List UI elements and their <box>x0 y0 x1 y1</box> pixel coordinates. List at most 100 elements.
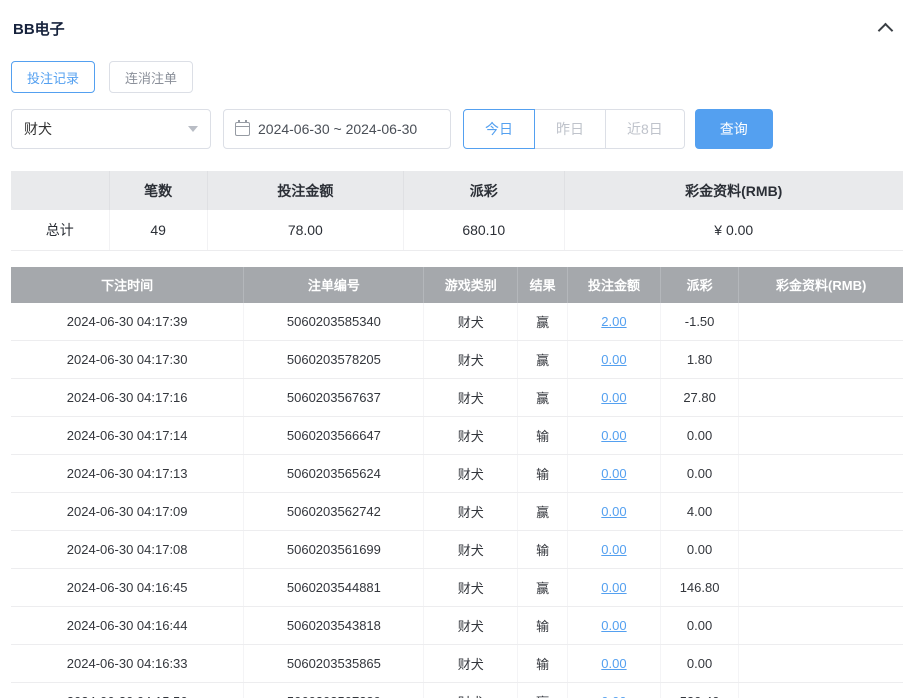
quick-date-group: 今日 昨日 近8日 <box>463 109 685 149</box>
cell-order-id: 5060203535865 <box>243 644 425 683</box>
bet-amount-link[interactable]: 0.00 <box>601 428 626 443</box>
cell-bet-amount: 0.00 <box>567 378 661 417</box>
cell-bet-amount: 0.00 <box>567 530 661 569</box>
cell-bet-amount: 0.00 <box>567 492 661 531</box>
cell-bet-time: 2024-06-30 04:17:30 <box>11 340 245 379</box>
game-select[interactable]: 财犬 <box>11 109 211 149</box>
summary-header-row: 笔数 投注金额 派彩 彩金资料(RMB) <box>11 171 903 210</box>
cell-bet-time: 2024-06-30 04:16:44 <box>11 606 245 645</box>
search-button[interactable]: 查询 <box>694 109 773 149</box>
table-row: 2024-06-30 04:16:45 5060203544881 财犬 赢 0… <box>11 568 903 607</box>
cell-game-type: 财犬 <box>423 492 519 531</box>
header-bonus: 彩金资料(RMB) <box>738 266 903 303</box>
cell-order-id: 5060203561699 <box>243 530 425 569</box>
table-row: 2024-06-30 04:17:39 5060203585340 财犬 赢 2… <box>11 302 903 341</box>
table-row: 2024-06-30 04:16:33 5060203535865 财犬 输 0… <box>11 644 903 683</box>
cell-result: 输 <box>517 644 569 683</box>
table-row: 2024-06-30 04:16:44 5060203543818 财犬 输 0… <box>11 606 903 645</box>
cell-payout: 0.00 <box>660 416 740 455</box>
cell-bet-amount: 0.00 <box>567 454 661 493</box>
cell-game-type: 财犬 <box>423 568 519 607</box>
cell-game-type: 财犬 <box>423 530 519 569</box>
cell-game-type: 财犬 <box>423 378 519 417</box>
quick-button-today[interactable]: 今日 <box>463 109 535 149</box>
bet-table-body: 2024-06-30 04:17:39 5060203585340 财犬 赢 2… <box>11 302 903 698</box>
cell-game-type: 财犬 <box>423 606 519 645</box>
header-order-id: 注单编号 <box>243 266 425 303</box>
cell-bet-amount: 0.00 <box>567 644 661 683</box>
summary-total-label: 总计 <box>11 210 110 251</box>
bet-table: 下注时间 注单编号 游戏类别 结果 投注金额 派彩 彩金资料(RMB) 2024… <box>11 266 903 698</box>
cell-bet-time: 2024-06-30 04:15:56 <box>11 682 245 698</box>
cell-game-type: 财犬 <box>423 416 519 455</box>
cell-order-id: 5060203507289 <box>243 682 425 698</box>
quick-button-last-8-days[interactable]: 近8日 <box>605 109 685 149</box>
cell-bet-amount: 0.00 <box>567 568 661 607</box>
quick-button-yesterday[interactable]: 昨日 <box>534 109 606 149</box>
tabs: 投注记录 连消注单 <box>11 61 903 93</box>
bet-amount-link[interactable]: 0.00 <box>601 618 626 633</box>
cell-bet-time: 2024-06-30 04:17:14 <box>11 416 245 455</box>
cell-bonus <box>738 492 903 531</box>
panel-header: BB电子 <box>11 14 903 39</box>
cell-order-id: 5060203562742 <box>243 492 425 531</box>
date-range-value: 2024-06-30 ~ 2024-06-30 <box>258 121 418 137</box>
calendar-icon <box>235 120 250 136</box>
cell-bet-time: 2024-06-30 04:17:16 <box>11 378 245 417</box>
cell-bet-amount: 0.00 <box>567 682 661 698</box>
tab-chained-orders[interactable]: 连消注单 <box>109 61 194 93</box>
cell-bonus <box>738 682 903 698</box>
caret-down-icon <box>188 126 198 132</box>
header-result: 结果 <box>517 266 569 303</box>
chevron-up-icon[interactable] <box>877 22 894 39</box>
cell-game-type: 财犬 <box>423 644 519 683</box>
summary-total-count: 49 <box>109 210 208 251</box>
header-bet-time: 下注时间 <box>11 266 245 303</box>
bet-amount-link[interactable]: 0.00 <box>601 542 626 557</box>
bet-amount-link[interactable]: 0.00 <box>601 656 626 671</box>
cell-result: 输 <box>517 530 569 569</box>
cell-result: 赢 <box>517 682 569 698</box>
summary-header-blank <box>11 171 110 210</box>
cell-bonus <box>738 378 903 417</box>
cell-bonus <box>738 302 903 341</box>
bet-amount-link[interactable]: 0.00 <box>601 694 626 698</box>
cell-bet-time: 2024-06-30 04:17:08 <box>11 530 245 569</box>
cell-payout: 1.80 <box>660 340 740 379</box>
cell-order-id: 5060203567637 <box>243 378 425 417</box>
table-row: 2024-06-30 04:15:56 5060203507289 财犬 赢 0… <box>11 682 903 698</box>
bet-amount-link[interactable]: 0.00 <box>601 580 626 595</box>
date-range-input[interactable]: 2024-06-30 ~ 2024-06-30 <box>223 109 451 149</box>
cell-bonus <box>738 416 903 455</box>
cell-payout: 0.00 <box>660 530 740 569</box>
cell-payout: 0.00 <box>660 644 740 683</box>
bet-amount-link[interactable]: 0.00 <box>601 466 626 481</box>
bet-amount-link[interactable]: 0.00 <box>601 504 626 519</box>
cell-payout: 0.00 <box>660 454 740 493</box>
header-payout: 派彩 <box>660 266 740 303</box>
summary-header-count: 笔数 <box>109 171 208 210</box>
summary-table: 笔数 投注金额 派彩 彩金资料(RMB) 总计 49 78.00 680.10 … <box>11 171 903 251</box>
bet-amount-link[interactable]: 2.00 <box>601 314 626 329</box>
table-row: 2024-06-30 04:17:09 5060203562742 财犬 赢 0… <box>11 492 903 531</box>
cell-bet-amount: 0.00 <box>567 416 661 455</box>
cell-bonus <box>738 340 903 379</box>
table-row: 2024-06-30 04:17:30 5060203578205 财犬 赢 0… <box>11 340 903 379</box>
summary-total-payout: 680.10 <box>403 210 565 251</box>
tab-bet-records[interactable]: 投注记录 <box>11 61 96 93</box>
bet-amount-link[interactable]: 0.00 <box>601 390 626 405</box>
summary-total-bonus: ¥ 0.00 <box>564 210 903 251</box>
cell-payout: -1.50 <box>660 302 740 341</box>
table-row: 2024-06-30 04:17:08 5060203561699 财犬 输 0… <box>11 530 903 569</box>
bet-table-header-row: 下注时间 注单编号 游戏类别 结果 投注金额 派彩 彩金资料(RMB) <box>11 266 903 303</box>
cell-game-type: 财犬 <box>423 302 519 341</box>
cell-payout: 520.40 <box>660 682 740 698</box>
cell-game-type: 财犬 <box>423 682 519 698</box>
summary-header-bet: 投注金额 <box>207 171 404 210</box>
cell-game-type: 财犬 <box>423 340 519 379</box>
cell-bet-time: 2024-06-30 04:17:39 <box>11 302 245 341</box>
summary-header-bonus: 彩金资料(RMB) <box>564 171 903 210</box>
bet-records-panel: BB电子 投注记录 连消注单 财犬 2024-06-30 ~ 2024-06-3… <box>0 0 914 698</box>
cell-order-id: 5060203544881 <box>243 568 425 607</box>
bet-amount-link[interactable]: 0.00 <box>601 352 626 367</box>
